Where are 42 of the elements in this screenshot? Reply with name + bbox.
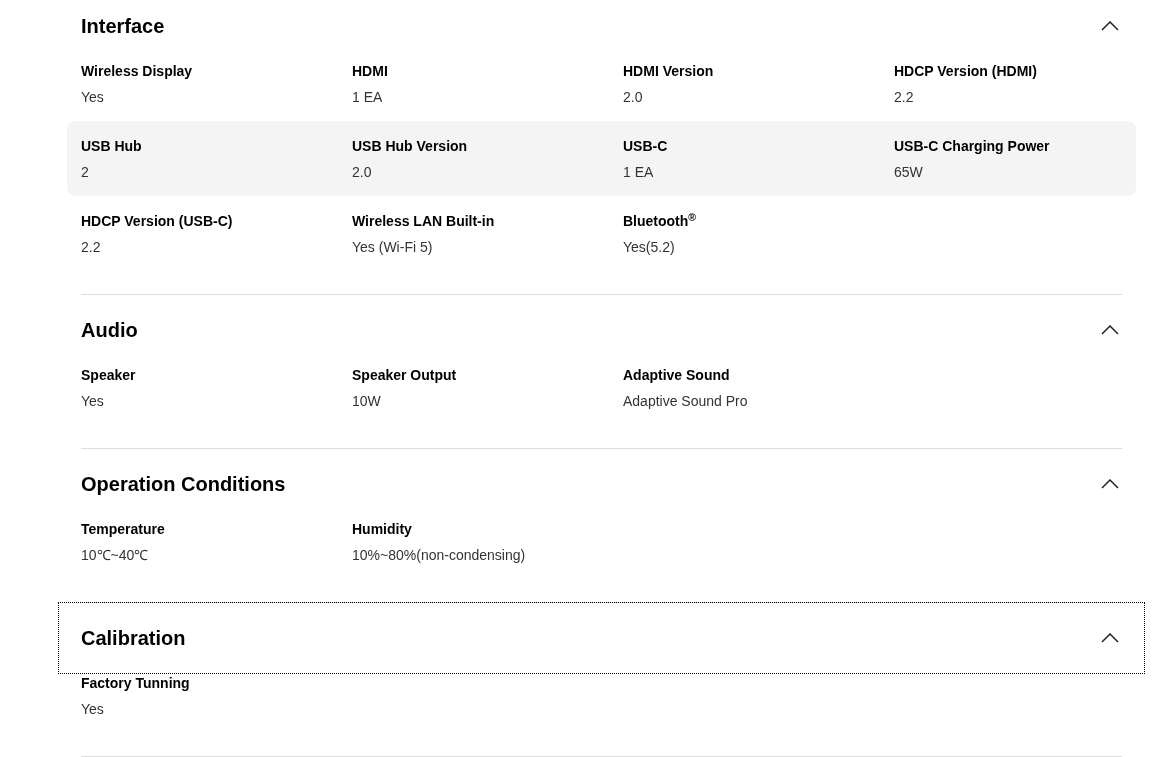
spec-value: 10%~80%(non-condensing) xyxy=(352,546,526,565)
spec-label: Temperature xyxy=(81,520,165,539)
spec-label: Bluetooth$^{®}$ xyxy=(623,211,697,231)
chevron-up-icon xyxy=(1101,325,1119,335)
spec-label: Humidity xyxy=(352,520,412,539)
spec-value: 2.0 xyxy=(623,88,643,107)
section-header[interactable]: Audio xyxy=(59,295,1144,365)
chevron-up-icon xyxy=(1101,633,1119,643)
spec-label: USB Hub xyxy=(81,137,142,156)
spec-value: 2.2 xyxy=(81,238,101,257)
spec-value: Adaptive Sound Pro xyxy=(623,392,748,411)
spec-value: Yes xyxy=(81,88,104,107)
spec-label: HDCP Version (USB-C) xyxy=(81,212,233,231)
spec-label: Factory Tunning xyxy=(81,674,190,693)
spec-value: 2 xyxy=(81,163,89,182)
spec-label: HDMI xyxy=(352,62,388,81)
spec-value: Yes xyxy=(81,700,104,719)
spec-value: 1 EA xyxy=(623,163,654,182)
spec-label: HDCP Version (HDMI) xyxy=(894,62,1037,81)
spec-value: 2.0 xyxy=(352,163,372,182)
spec-label: HDMI Version xyxy=(623,62,714,81)
spec-label: USB Hub Version xyxy=(352,137,468,156)
chevron-up-icon xyxy=(1101,21,1119,31)
spec-label: Adaptive Sound xyxy=(623,366,730,385)
spec-label: Wireless Display xyxy=(81,62,193,81)
spec-value: 10℃~40℃ xyxy=(81,546,149,565)
section-header[interactable]: Interface xyxy=(59,0,1144,61)
spec-label: Speaker xyxy=(81,366,136,385)
spec-value: 1 EA xyxy=(352,88,383,107)
section-header[interactable]: Calibration xyxy=(59,603,1144,673)
chevron-up-icon xyxy=(1101,479,1119,489)
spec-value: 65W xyxy=(894,163,923,182)
spec-value: 2.2 xyxy=(894,88,914,107)
section-header[interactable]: Operation Conditions xyxy=(59,449,1144,519)
spec-value: Yes (Wi-Fi 5) xyxy=(352,238,433,257)
spec-label: USB-C Charging Power xyxy=(894,137,1050,156)
spec-value: 10W xyxy=(352,392,381,411)
spec-value: Yes(5.2) xyxy=(623,238,675,257)
spec-value: Yes xyxy=(81,392,104,411)
spec-label: Speaker Output xyxy=(352,366,457,385)
spec-label: Wireless LAN Built-in xyxy=(352,212,495,231)
spec-label: USB-C xyxy=(623,137,668,156)
